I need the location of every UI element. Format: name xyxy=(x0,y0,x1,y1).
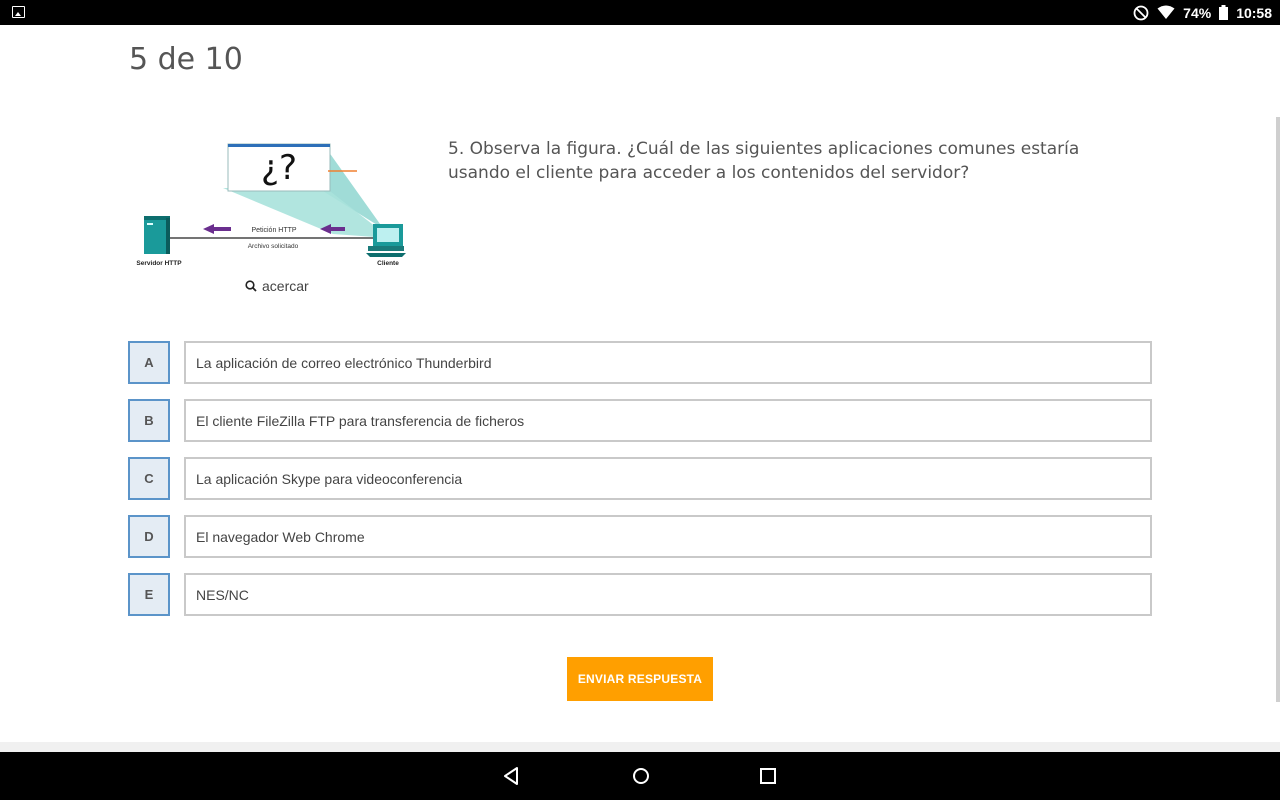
option-text[interactable]: El cliente FileZilla FTP para transferen… xyxy=(184,399,1152,442)
option-c[interactable]: C La aplicación Skype para videoconferen… xyxy=(128,457,1152,500)
option-text[interactable]: NES/NC xyxy=(184,573,1152,616)
arrow-left-1 xyxy=(203,224,231,234)
question-counter: 5 de 10 xyxy=(129,42,243,77)
battery-icon xyxy=(1219,5,1229,20)
submit-answer-button[interactable]: ENVIAR RESPUESTA xyxy=(567,657,713,701)
battery-percent: 74% xyxy=(1183,4,1212,21)
content-bottom-divider xyxy=(0,742,1280,752)
clock: 10:58 xyxy=(1236,4,1272,21)
server-icon xyxy=(144,216,170,254)
do-not-disturb-icon xyxy=(1133,5,1149,20)
response-label: Archivo solicitado xyxy=(248,243,299,250)
option-d[interactable]: D El navegador Web Chrome xyxy=(128,515,1152,558)
client-label: Cliente xyxy=(377,260,399,267)
option-a[interactable]: A La aplicación de correo electrónico Th… xyxy=(128,341,1152,384)
option-letter[interactable]: A xyxy=(128,341,170,384)
wifi-icon xyxy=(1157,5,1175,19)
network-figure[interactable]: ¿? Petición HTTP Archivo solicitado Serv… xyxy=(128,138,413,273)
question-text: 5. Observa la figura. ¿Cuál de las sigui… xyxy=(448,139,1080,183)
option-letter[interactable]: D xyxy=(128,515,170,558)
option-text[interactable]: La aplicación de correo electrónico Thun… xyxy=(184,341,1152,384)
option-b[interactable]: B El cliente FileZilla FTP para transfer… xyxy=(128,399,1152,442)
recents-icon[interactable] xyxy=(758,766,778,786)
scrollbar[interactable] xyxy=(1276,117,1280,702)
gallery-icon xyxy=(12,6,25,18)
navigation-bar xyxy=(0,752,1280,800)
option-text[interactable]: La aplicación Skype para videoconferenci… xyxy=(184,457,1152,500)
option-text[interactable]: El navegador Web Chrome xyxy=(184,515,1152,558)
option-letter[interactable]: E xyxy=(128,573,170,616)
status-right: 74% 10:58 xyxy=(1133,0,1272,25)
zoom-link[interactable]: acercar xyxy=(245,278,309,294)
magnifier-icon xyxy=(245,280,257,292)
home-icon[interactable] xyxy=(631,766,651,786)
request-label: Petición HTTP xyxy=(251,227,296,234)
answer-options: A La aplicación de correo electrónico Th… xyxy=(128,341,1152,631)
option-letter[interactable]: B xyxy=(128,399,170,442)
option-e[interactable]: E NES/NC xyxy=(128,573,1152,616)
back-icon[interactable] xyxy=(502,766,522,786)
callout-top-bar xyxy=(228,144,330,147)
zoom-label[interactable]: acercar xyxy=(262,278,309,294)
status-bar: 74% 10:58 xyxy=(0,0,1280,25)
server-label: Servidor HTTP xyxy=(136,260,182,267)
option-letter[interactable]: C xyxy=(128,457,170,500)
callout-text: ¿? xyxy=(261,148,297,188)
